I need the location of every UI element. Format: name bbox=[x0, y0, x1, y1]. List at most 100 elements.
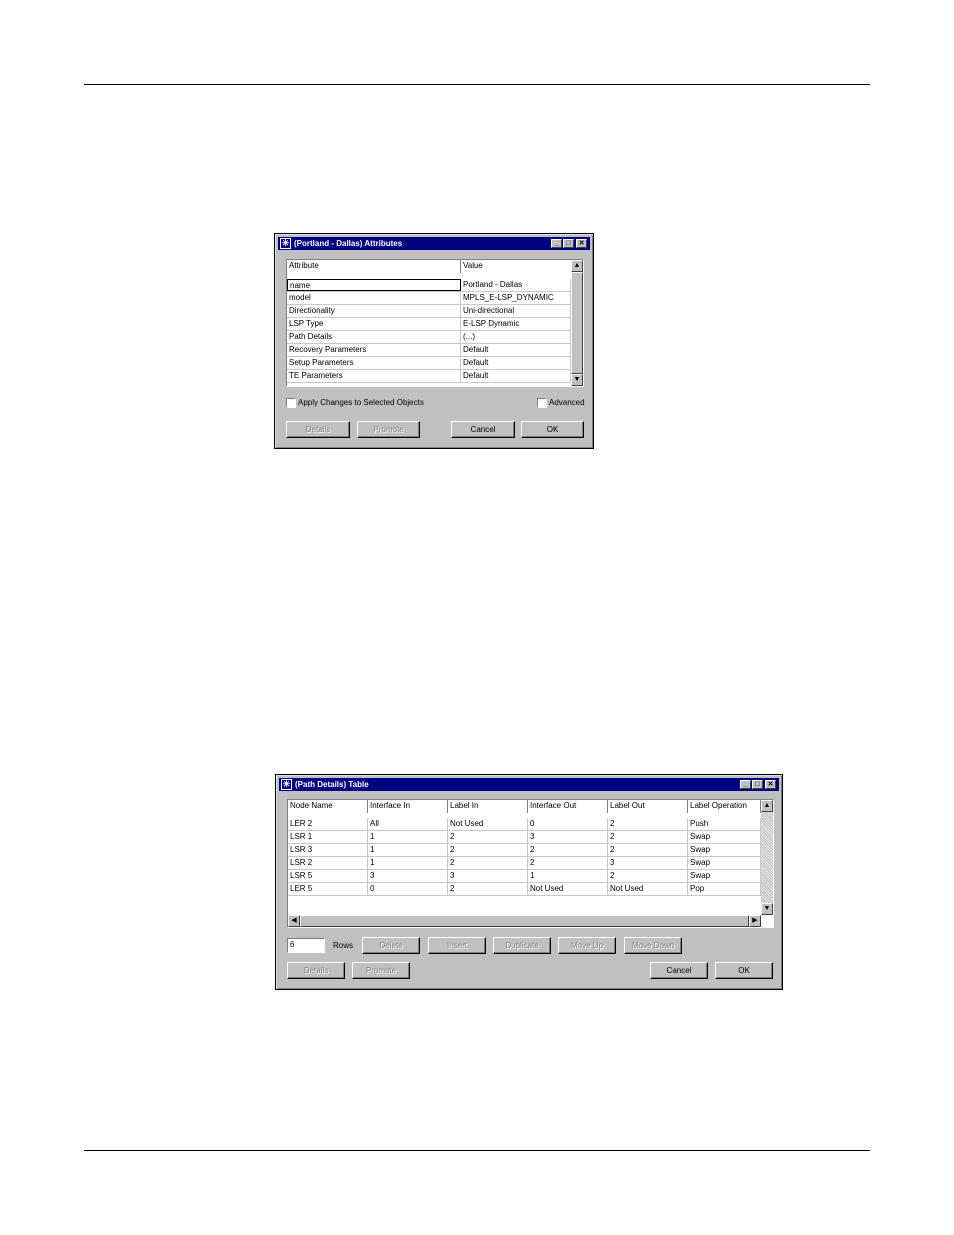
promote-button[interactable]: Promote bbox=[352, 962, 410, 979]
column-header[interactable]: Interface Out bbox=[528, 800, 608, 813]
table-cell[interactable]: 2 bbox=[608, 818, 688, 830]
column-header[interactable]: Label In bbox=[448, 800, 528, 813]
attribute-name-cell[interactable]: Recovery Parameters bbox=[287, 344, 461, 356]
attribute-row[interactable]: model MPLS_E-LSP_DYNAMIC bbox=[287, 292, 571, 305]
maximize-icon[interactable]: □ bbox=[563, 239, 574, 248]
table-cell[interactable]: LER 2 bbox=[288, 818, 368, 830]
table-cell[interactable]: Swap bbox=[688, 831, 761, 843]
apply-changes-label[interactable]: Apply Changes to Selected Objects bbox=[298, 398, 424, 408]
scroll-down-icon[interactable]: ▼ bbox=[571, 374, 583, 386]
column-header[interactable]: Label Out bbox=[608, 800, 688, 813]
table-cell[interactable]: LER 5 bbox=[288, 883, 368, 895]
attribute-row[interactable]: Recovery Parameters Default bbox=[287, 344, 571, 357]
table-cell[interactable]: LSR 2 bbox=[288, 857, 368, 869]
table-cell[interactable]: 1 bbox=[368, 831, 448, 843]
insert-button[interactable]: Insert bbox=[428, 937, 486, 954]
table-row[interactable]: LSR 5 3 3 1 2 Swap bbox=[288, 870, 761, 883]
table-cell[interactable]: 3 bbox=[608, 857, 688, 869]
table-cell[interactable]: 1 bbox=[368, 857, 448, 869]
attribute-value-cell[interactable]: (...) bbox=[461, 331, 571, 343]
table-cell[interactable]: 0 bbox=[368, 883, 448, 895]
table-cell[interactable]: Push bbox=[688, 818, 761, 830]
attribute-value-cell[interactable]: Uni-directional bbox=[461, 305, 571, 317]
app-icon[interactable]: ✳ bbox=[281, 779, 292, 790]
table-cell[interactable]: 0 bbox=[528, 818, 608, 830]
table-cell[interactable]: 2 bbox=[448, 844, 528, 856]
attribute-name-cell[interactable]: Setup Parameters bbox=[287, 357, 461, 369]
delete-button[interactable]: Delete bbox=[362, 937, 420, 954]
duplicate-button[interactable]: Duplicate bbox=[493, 937, 551, 954]
table-cell[interactable]: LSR 1 bbox=[288, 831, 368, 843]
cancel-button[interactable]: Cancel bbox=[650, 962, 708, 979]
attribute-name-cell[interactable]: LSP Type bbox=[287, 318, 461, 330]
attribute-row[interactable]: LSP Type E-LSP Dynamic bbox=[287, 318, 571, 331]
attributes-title-bar[interactable]: ✳ (Portland - Dallas) Attributes _ □ ✕ bbox=[278, 237, 590, 250]
table-row[interactable]: LSR 2 1 2 2 3 Swap bbox=[288, 857, 761, 870]
attribute-value-cell[interactable]: Portland - Dallas bbox=[461, 279, 571, 291]
apply-changes-checkbox[interactable] bbox=[286, 398, 296, 408]
column-header-attribute[interactable]: Attribute bbox=[287, 260, 461, 273]
table-cell[interactable]: 1 bbox=[368, 844, 448, 856]
horizontal-scrollbar[interactable]: ◀ ▶ bbox=[288, 915, 761, 927]
table-cell[interactable]: 3 bbox=[448, 870, 528, 882]
minimize-icon[interactable]: _ bbox=[551, 239, 562, 248]
app-icon[interactable]: ✳ bbox=[280, 238, 291, 249]
rows-count-input[interactable]: 6 bbox=[287, 938, 325, 953]
scroll-left-icon[interactable]: ◀ bbox=[288, 915, 300, 927]
details-button[interactable]: Details bbox=[287, 962, 345, 979]
table-row[interactable]: LSR 1 1 2 3 2 Swap bbox=[288, 831, 761, 844]
maximize-icon[interactable]: □ bbox=[752, 780, 763, 789]
cancel-button[interactable]: Cancel bbox=[451, 421, 515, 438]
attribute-value-cell[interactable]: MPLS_E-LSP_DYNAMIC bbox=[461, 292, 571, 304]
table-cell[interactable]: Pop bbox=[688, 883, 761, 895]
attribute-name-cell[interactable]: name bbox=[287, 279, 461, 291]
table-cell[interactable]: Not Used bbox=[448, 818, 528, 830]
table-cell[interactable]: 3 bbox=[368, 870, 448, 882]
table-cell[interactable]: 2 bbox=[608, 870, 688, 882]
table-cell[interactable]: 2 bbox=[448, 831, 528, 843]
column-header[interactable]: Node Name bbox=[288, 800, 368, 813]
table-cell[interactable]: 2 bbox=[608, 844, 688, 856]
attribute-name-cell[interactable]: TE Parameters bbox=[287, 370, 461, 382]
table-cell[interactable]: Not Used bbox=[528, 883, 608, 895]
table-cell[interactable]: 1 bbox=[528, 870, 608, 882]
attribute-row[interactable]: Path Details (...) bbox=[287, 331, 571, 344]
advanced-checkbox[interactable] bbox=[537, 398, 547, 408]
table-cell[interactable]: 2 bbox=[528, 844, 608, 856]
table-row[interactable]: LER 2 All Not Used 0 2 Push bbox=[288, 818, 761, 831]
scroll-thumb[interactable] bbox=[300, 915, 749, 927]
attribute-name-cell[interactable]: Path Details bbox=[287, 331, 461, 343]
close-icon[interactable]: ✕ bbox=[576, 239, 587, 248]
move-down-button[interactable]: Move Down bbox=[624, 937, 682, 954]
attribute-row[interactable]: Directionality Uni-directional bbox=[287, 305, 571, 318]
path-details-title-bar[interactable]: ✳ (Path Details) Table _ □ ✕ bbox=[279, 778, 779, 791]
attribute-value-cell[interactable]: Default bbox=[461, 357, 571, 369]
vertical-scrollbar[interactable]: ▲ ▼ bbox=[571, 260, 583, 386]
attribute-name-cell[interactable]: Directionality bbox=[287, 305, 461, 317]
promote-button[interactable]: Promote bbox=[357, 421, 420, 438]
advanced-label[interactable]: Advanced bbox=[549, 398, 585, 408]
attribute-value-cell[interactable]: E-LSP Dynamic bbox=[461, 318, 571, 330]
details-button[interactable]: Details bbox=[286, 421, 350, 438]
attribute-value-cell[interactable]: Default bbox=[461, 370, 571, 382]
table-cell[interactable]: LSR 5 bbox=[288, 870, 368, 882]
attribute-name-cell[interactable]: model bbox=[287, 292, 461, 304]
scroll-down-icon[interactable]: ▼ bbox=[761, 903, 773, 915]
table-cell[interactable]: 3 bbox=[528, 831, 608, 843]
vertical-scrollbar[interactable]: ▲ ▼ bbox=[761, 800, 773, 915]
attribute-row[interactable]: name Portland - Dallas bbox=[287, 279, 571, 292]
column-header[interactable]: Label Operation bbox=[688, 800, 761, 813]
table-cell[interactable]: LSR 3 bbox=[288, 844, 368, 856]
scroll-thumb[interactable] bbox=[571, 272, 583, 374]
table-cell[interactable]: 2 bbox=[448, 857, 528, 869]
move-up-button[interactable]: Move Up bbox=[558, 937, 616, 954]
column-header-value[interactable]: Value bbox=[461, 260, 573, 273]
attribute-value-cell[interactable]: Default bbox=[461, 344, 571, 356]
minimize-icon[interactable]: _ bbox=[740, 780, 751, 789]
close-icon[interactable]: ✕ bbox=[765, 780, 776, 789]
table-cell[interactable]: All bbox=[368, 818, 448, 830]
table-row[interactable]: LSR 3 1 2 2 2 Swap bbox=[288, 844, 761, 857]
ok-button[interactable]: OK bbox=[715, 962, 773, 979]
attribute-row[interactable]: Setup Parameters Default bbox=[287, 357, 571, 370]
ok-button[interactable]: OK bbox=[521, 421, 584, 438]
